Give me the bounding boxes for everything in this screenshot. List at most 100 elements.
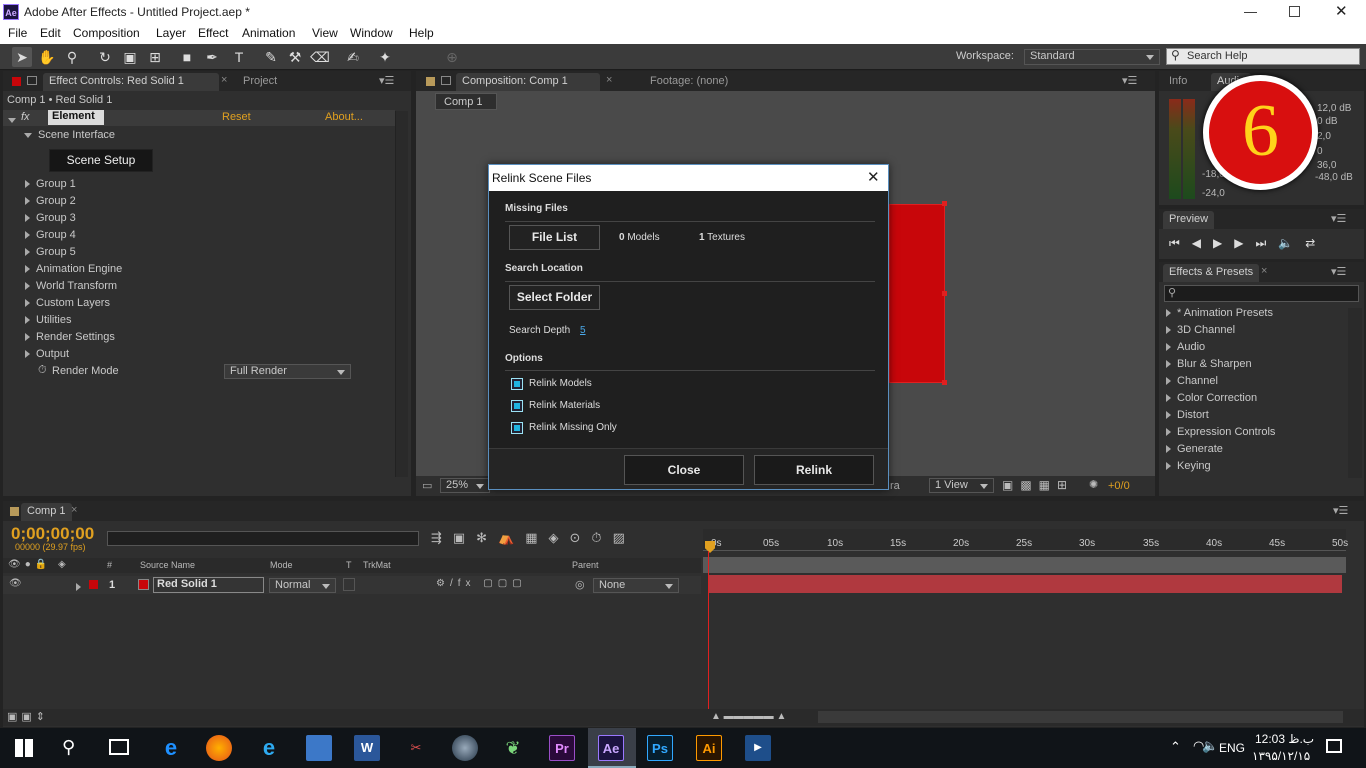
effects-item[interactable]: Audio xyxy=(1166,341,1205,353)
timeline-toggle-icons[interactable]: ▣▣⇕ xyxy=(7,710,49,723)
effects-item[interactable]: Channel xyxy=(1166,375,1218,387)
effects-scrollbar[interactable] xyxy=(1348,308,1362,478)
zoom-tool-icon[interactable]: ⚲ xyxy=(62,47,82,67)
file-list-button[interactable]: File List xyxy=(509,225,600,250)
task-view-icon[interactable] xyxy=(109,739,129,755)
computer-icon[interactable] xyxy=(306,735,332,761)
layer-expand-icon[interactable] xyxy=(76,581,87,593)
relink-missing-only-checkbox[interactable] xyxy=(511,422,523,434)
illustrator-icon[interactable]: Ai xyxy=(696,735,722,761)
layer-duration-bar[interactable] xyxy=(708,575,1342,593)
tab-footage[interactable]: Footage: (none) xyxy=(644,73,734,91)
windows-start-icon[interactable] xyxy=(15,739,33,757)
edge-icon[interactable]: e xyxy=(158,735,184,761)
menu-composition[interactable]: Composition xyxy=(73,26,140,40)
restore-icon[interactable] xyxy=(1289,6,1300,17)
effects-item[interactable]: * Animation Presets xyxy=(1166,307,1273,319)
scene-setup-button[interactable]: Scene Setup xyxy=(49,149,153,172)
menu-view[interactable]: View xyxy=(312,26,338,40)
exposure-value[interactable]: +0/0 xyxy=(1108,480,1130,492)
effects-item[interactable]: Generate xyxy=(1166,443,1223,455)
menu-edit[interactable]: Edit xyxy=(40,26,61,40)
red-solid-layer[interactable] xyxy=(889,204,945,383)
premiere-icon[interactable]: Pr xyxy=(549,735,575,761)
selection-tool-icon[interactable]: ➤ xyxy=(12,47,32,67)
media-icon[interactable] xyxy=(452,735,478,761)
render-settings-row[interactable]: Render Settings xyxy=(25,329,115,346)
app-icon[interactable]: ❦ xyxy=(500,735,526,761)
group-5-row[interactable]: Group 5 xyxy=(25,244,76,261)
lock-icon[interactable] xyxy=(441,76,451,85)
rectangle-tool-icon[interactable]: ■ xyxy=(177,47,197,67)
render-mode-select[interactable]: Full Render xyxy=(224,364,351,379)
snapshot-icon[interactable]: ▭ xyxy=(422,479,432,492)
animation-engine-row[interactable]: Animation Engine xyxy=(25,261,122,278)
panel-menu-icon[interactable]: ▾☰ xyxy=(379,74,394,87)
handle-icon[interactable] xyxy=(942,380,947,385)
zoom-select[interactable]: 25% xyxy=(440,478,490,493)
menu-help[interactable]: Help xyxy=(409,26,434,40)
tab-close-icon[interactable]: × xyxy=(1261,265,1267,277)
layer-switch-icons[interactable]: ⚙/fx ▢▢▢ xyxy=(436,578,527,589)
layer-label-color[interactable] xyxy=(89,580,98,589)
zoom-slider[interactable]: ▲ ▬▬▬▬▬ ▲ xyxy=(711,711,811,723)
layer-name[interactable]: Red Solid 1 xyxy=(153,577,264,593)
lock-icon[interactable] xyxy=(27,76,37,85)
pickwhip-icon[interactable]: ◎ xyxy=(575,578,585,591)
utilities-row[interactable]: Utilities xyxy=(25,312,71,329)
select-folder-button[interactable]: Select Folder xyxy=(509,285,600,310)
tab-close-icon[interactable]: × xyxy=(71,504,77,516)
effect-expand-icon[interactable] xyxy=(8,114,22,126)
notifications-icon[interactable] xyxy=(1326,739,1342,753)
panel-menu-icon[interactable]: ▾☰ xyxy=(1333,504,1348,517)
menu-effect[interactable]: Effect xyxy=(198,26,228,40)
trkmat-box[interactable] xyxy=(343,578,355,591)
pan-behind-tool-icon[interactable]: ⊞ xyxy=(145,47,165,67)
volume-icon[interactable]: 🔈 xyxy=(1202,738,1218,754)
dialog-close-icon[interactable]: ✕ xyxy=(867,168,880,186)
current-time-indicator[interactable] xyxy=(708,551,709,709)
menu-window[interactable]: Window xyxy=(350,26,393,40)
effects-item[interactable]: Blur & Sharpen xyxy=(1166,358,1252,370)
playhead-icon[interactable] xyxy=(705,541,715,553)
timeline-scrollbar[interactable] xyxy=(818,711,1343,723)
hand-tool-icon[interactable]: ✋ xyxy=(37,47,57,67)
language-indicator[interactable]: ENG xyxy=(1219,741,1245,755)
exposure-icon[interactable]: ✺ xyxy=(1089,478,1098,491)
parent-select[interactable]: None xyxy=(593,578,679,593)
tab-close-icon[interactable]: × xyxy=(606,74,612,86)
fx-icon[interactable]: fx xyxy=(21,111,30,123)
type-tool-icon[interactable]: T xyxy=(229,47,249,67)
group-1-row[interactable]: Group 1 xyxy=(25,176,76,193)
camera-tool-icon[interactable]: ▣ xyxy=(120,47,140,67)
tab-info[interactable]: Info xyxy=(1163,73,1193,91)
tab-effect-controls[interactable]: Effect Controls: Red Solid 1 xyxy=(43,73,219,91)
close-window-icon[interactable]: ✕ xyxy=(1335,2,1348,20)
after-effects-icon[interactable]: Ae xyxy=(598,735,624,761)
timeline-switch-icons[interactable]: ⇶▣✻⛺▦◈⊙⏱▨ xyxy=(431,530,636,546)
group-2-row[interactable]: Group 2 xyxy=(25,193,76,210)
search-icon[interactable]: ⚲ xyxy=(62,737,75,758)
tab-effects-presets[interactable]: Effects & Presets xyxy=(1163,264,1260,282)
work-area-bar[interactable] xyxy=(703,557,1346,573)
puppet-tool-icon[interactable]: ✦ xyxy=(375,47,395,67)
about-link[interactable]: About... xyxy=(325,111,363,123)
camera-select-partial[interactable]: ra xyxy=(890,480,900,492)
relink-button[interactable]: Relink xyxy=(754,455,874,485)
menu-layer[interactable]: Layer xyxy=(156,26,186,40)
eraser-tool-icon[interactable]: ⌫ xyxy=(310,47,330,67)
timecode-display[interactable]: 0;00;00;00 xyxy=(11,524,94,544)
effects-item[interactable]: Keying xyxy=(1166,460,1211,472)
handle-icon[interactable] xyxy=(942,291,947,296)
preview-controls[interactable]: ⏮◀▶▶⏭🔈⇄ xyxy=(1169,236,1327,251)
reset-link[interactable]: Reset xyxy=(222,111,251,123)
output-row[interactable]: Output xyxy=(25,346,69,363)
clock-time[interactable]: 12:03 ب.ظ xyxy=(1255,732,1314,746)
group-3-row[interactable]: Group 3 xyxy=(25,210,76,227)
minimize-icon[interactable]: — xyxy=(1244,4,1257,19)
effects-item[interactable]: 3D Channel xyxy=(1166,324,1235,336)
toggle-icons[interactable]: ▣▩▦⊞ xyxy=(1002,478,1074,492)
menu-animation[interactable]: Animation xyxy=(242,26,295,40)
paint-icon[interactable]: ✂ xyxy=(403,735,429,761)
workspace-select[interactable]: Standard xyxy=(1024,49,1160,65)
